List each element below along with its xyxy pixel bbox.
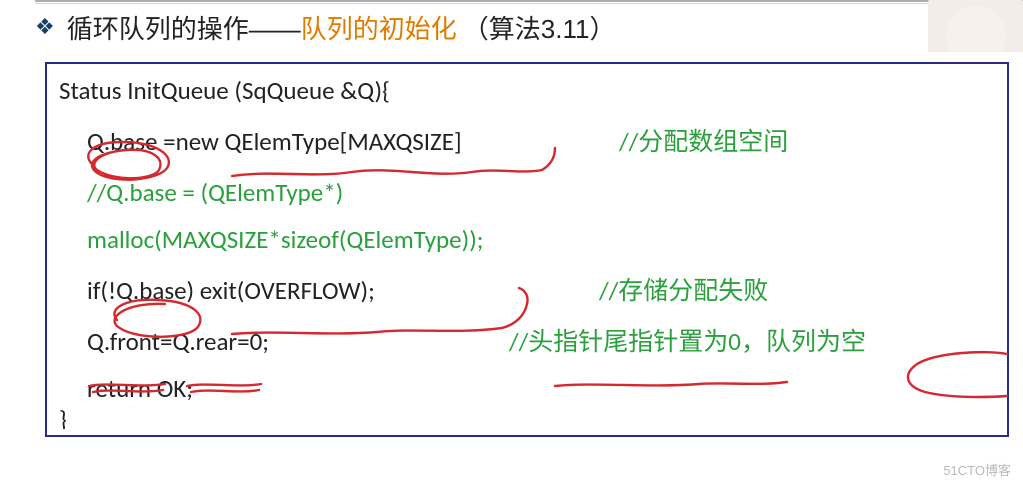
code-line-8: } <box>59 407 1007 429</box>
comment-alloc: //分配数组空间 <box>619 129 788 154</box>
code-line-4: malloc(MAXQSIZE*sizeof(QElemType)); <box>59 227 1007 252</box>
code-line-1: Status InitQueue (SqQueue &Q){ <box>59 78 1007 103</box>
title-part-2: （算法3.11） <box>463 16 616 42</box>
watermark: 51CTO博客 <box>943 460 1011 479</box>
comment-zero: //头指针尾指针置为0，队列为空 <box>509 329 866 354</box>
code-line-3: //Q.base = (QElemType*) <box>59 180 1007 205</box>
code-line-7: return OK; <box>59 376 1007 401</box>
title-part-1: 循环队列的操作—— <box>67 16 301 42</box>
bullet-diamond-icon: ❖ <box>35 16 55 38</box>
code-l2-qbase: Q.base <box>87 126 157 157</box>
code-l5-main: if(!Q.base) exit(OVERFLOW); <box>87 275 375 306</box>
hairline <box>35 3 1023 4</box>
comment-fail: //存储分配失败 <box>599 278 768 303</box>
top-rule <box>35 0 1023 2</box>
code-line-6: Q.front=Q.rear=0; //头指针尾指针置为0，队列为空 <box>59 329 1007 354</box>
title-part-orange: 队列的初始化 <box>301 16 457 42</box>
code-line-5: if(!Q.base) exit(OVERFLOW); //存储分配失败 <box>59 278 1007 303</box>
slide-title: ❖ 循环队列的操作—— 队列的初始化 （算法3.11） <box>35 16 615 42</box>
code-line-2: Q.base =new QElemType[MAXQSIZE] //分配数组空间 <box>59 129 1007 154</box>
code-l6-main: Q.front=Q.rear=0; <box>87 326 269 357</box>
code-l2-rest: =new QElemType[MAXQSIZE] <box>157 126 461 157</box>
code-block: Status InitQueue (SqQueue &Q){ Q.base =n… <box>45 62 1009 437</box>
presenter-thumbnail <box>928 0 1023 52</box>
